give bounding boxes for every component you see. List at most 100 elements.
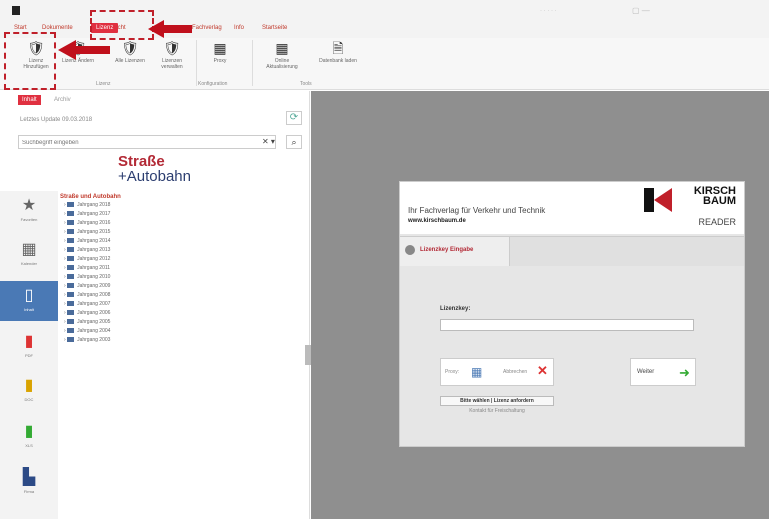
doc-icon: ▮ [24, 377, 34, 394]
shield-check-icon: 🛡 [121, 40, 139, 56]
arrow-icon [148, 20, 192, 38]
highlight-box-lizenz-menu [90, 10, 154, 40]
folder-icon [67, 220, 75, 226]
folder-icon [67, 256, 75, 262]
license-key-label: Lizenzkey: [440, 306, 471, 312]
app-window: · · · · · ▢ — Start Dokumente Ansicht Li… [0, 0, 769, 519]
folder-icon [67, 202, 75, 208]
license-dialog: Ihr Fachverlag für Verkehr und Technik w… [399, 181, 745, 447]
folder-icon [67, 274, 75, 280]
activation-contact-link[interactable]: Kontakt für Freischaltung [440, 408, 554, 416]
tree-item[interactable]: › Jahrgang 2010 [60, 273, 300, 282]
left-panel: Inhalt Archiv Letztes Update 09.03.2018 … [0, 91, 310, 519]
folder-icon [67, 337, 75, 343]
license-key-field[interactable] [440, 319, 694, 332]
group-label-tools: Tools [300, 81, 312, 87]
folder-icon [67, 265, 75, 271]
search-button[interactable]: ⌕ [286, 135, 302, 149]
manage-licenses-button[interactable]: 🛡 Lizenzen verwalten [152, 38, 192, 78]
request-license-link[interactable]: Bitte wählen | Lizenz anfordern [440, 396, 554, 406]
tree-item[interactable]: › Jahrgang 2018 [60, 201, 300, 210]
all-licenses-button[interactable]: 🛡 Alle Lizenzen [110, 38, 150, 78]
ribbon: 🛡 Lizenz Hinzufügen 🛡 Lizenz Ändern 🛡 Al… [0, 38, 769, 90]
folder-icon [67, 301, 75, 307]
tree-item[interactable]: › Jahrgang 2017 [60, 210, 300, 219]
tree-item[interactable]: › Jahrgang 2007 [60, 300, 300, 309]
key-icon [405, 245, 415, 255]
nav-xls[interactable]: ▮ XLS [0, 417, 58, 457]
tree-item[interactable]: › Jahrgang 2005 [60, 318, 300, 327]
tree-item[interactable]: › Jahrgang 2012 [60, 255, 300, 264]
window-title: · · · · · [540, 8, 557, 14]
proxy-icon[interactable]: ▦ [471, 365, 482, 379]
nav-pdf[interactable]: ▮ PDF [0, 327, 58, 367]
weiter-button[interactable]: Weiter ➜ [630, 358, 696, 386]
menu-startseite[interactable]: Startseite [262, 25, 287, 31]
folder-icon [67, 292, 75, 298]
nav-inhalt[interactable]: ▯ Inhalt [0, 281, 58, 321]
tab-license-key[interactable]: Lizenzkey Eingabe [400, 236, 510, 266]
online-update-button[interactable]: ▦ Online Aktualisierung [262, 38, 302, 78]
tree-item[interactable]: › Jahrgang 2006 [60, 309, 300, 318]
last-update-text: Letztes Update 09.03.2018 [20, 117, 93, 123]
ribbon-separator [196, 40, 197, 86]
arrow-right-icon: ➜ [679, 365, 690, 380]
nav-kalender[interactable]: ▦ Kalender [0, 235, 58, 275]
tree-item[interactable]: › Jahrgang 2009 [60, 282, 300, 291]
folder-icon [67, 247, 75, 253]
folder-icon [67, 211, 75, 217]
menu-fachverlag[interactable]: Fachverlag [192, 25, 222, 31]
pdf-icon: ▮ [24, 333, 34, 350]
tree-item[interactable]: › Jahrgang 2014 [60, 237, 300, 246]
search-input[interactable] [19, 137, 275, 149]
menu-dokumente[interactable]: Dokumente [42, 25, 73, 31]
abbrechen-label: Abbrechen [503, 369, 528, 375]
folder-icon [67, 319, 75, 325]
publication-banner: Straße +Autobahn [0, 153, 306, 189]
nav-doc[interactable]: ▮ DOC [0, 371, 58, 411]
load-database-button[interactable]: 🗎 Datenbank laden [318, 38, 358, 78]
kirschbaum-logo-icon [644, 188, 672, 212]
tree-item[interactable]: › Jahrgang 2011 [60, 264, 300, 273]
clear-search-icon[interactable]: ✕ ▾ [262, 137, 275, 146]
tree-item[interactable]: › Jahrgang 2016 [60, 219, 300, 228]
publication-logo-line2: +Autobahn [118, 168, 191, 185]
proxy-button[interactable]: ▦ Proxy [200, 38, 240, 78]
menu-info[interactable]: Info [234, 25, 244, 31]
folder-icon [67, 310, 75, 316]
dialog-header: Ihr Fachverlag für Verkehr und Technik w… [400, 182, 744, 234]
tab-archiv[interactable]: Archiv [50, 95, 75, 105]
calendar-icon: ▦ [21, 241, 37, 258]
group-label-konfiguration: Konfiguration [198, 81, 228, 87]
tree-item[interactable]: › Jahrgang 2003 [60, 336, 300, 345]
window-controls[interactable]: ▢ — [632, 6, 650, 15]
search-field[interactable] [18, 135, 276, 149]
nav-firma[interactable]: ▙ Firma [0, 463, 58, 503]
refresh-icon: ⟳ [289, 112, 299, 123]
arrow-icon [58, 40, 110, 60]
license-key-input[interactable] [441, 322, 693, 332]
tree-item[interactable]: › Jahrgang 2008 [60, 291, 300, 300]
document-icon: ▯ [24, 287, 34, 304]
cancel-icon[interactable]: ✕ [537, 363, 548, 379]
ribbon-separator [252, 40, 253, 86]
proxy-label: Proxy: [445, 369, 460, 375]
tab-inhalt[interactable]: Inhalt [18, 95, 41, 105]
nav-favoriten[interactable]: ★ Favoriten [0, 191, 58, 231]
side-nav: ★ Favoriten ▦ Kalender ▯ Inhalt ▮ PDF ▮ … [0, 191, 58, 519]
tree-item[interactable]: › Jahrgang 2004 [60, 327, 300, 336]
tree-item[interactable]: › Jahrgang 2015 [60, 228, 300, 237]
menu-start[interactable]: Start [14, 25, 27, 31]
tree-root[interactable]: Straße und Autobahn [60, 193, 300, 201]
publisher-tagline: Ihr Fachverlag für Verkehr und Technik [408, 206, 546, 215]
folder-icon [67, 238, 75, 244]
shield-outline-icon: 🛡 [163, 40, 181, 56]
folder-icon [67, 283, 75, 289]
dialog-options: Proxy: ▦ Abbrechen ✕ [440, 358, 554, 386]
publisher-url[interactable]: www.kirschbaum.de [408, 218, 466, 224]
app-logo-icon [12, 6, 20, 15]
refresh-button[interactable]: ⟳ [286, 111, 302, 125]
tree-item[interactable]: › Jahrgang 2013 [60, 246, 300, 255]
brand-name: KIRSCH BAUM [693, 185, 736, 207]
star-icon: ★ [21, 197, 37, 214]
